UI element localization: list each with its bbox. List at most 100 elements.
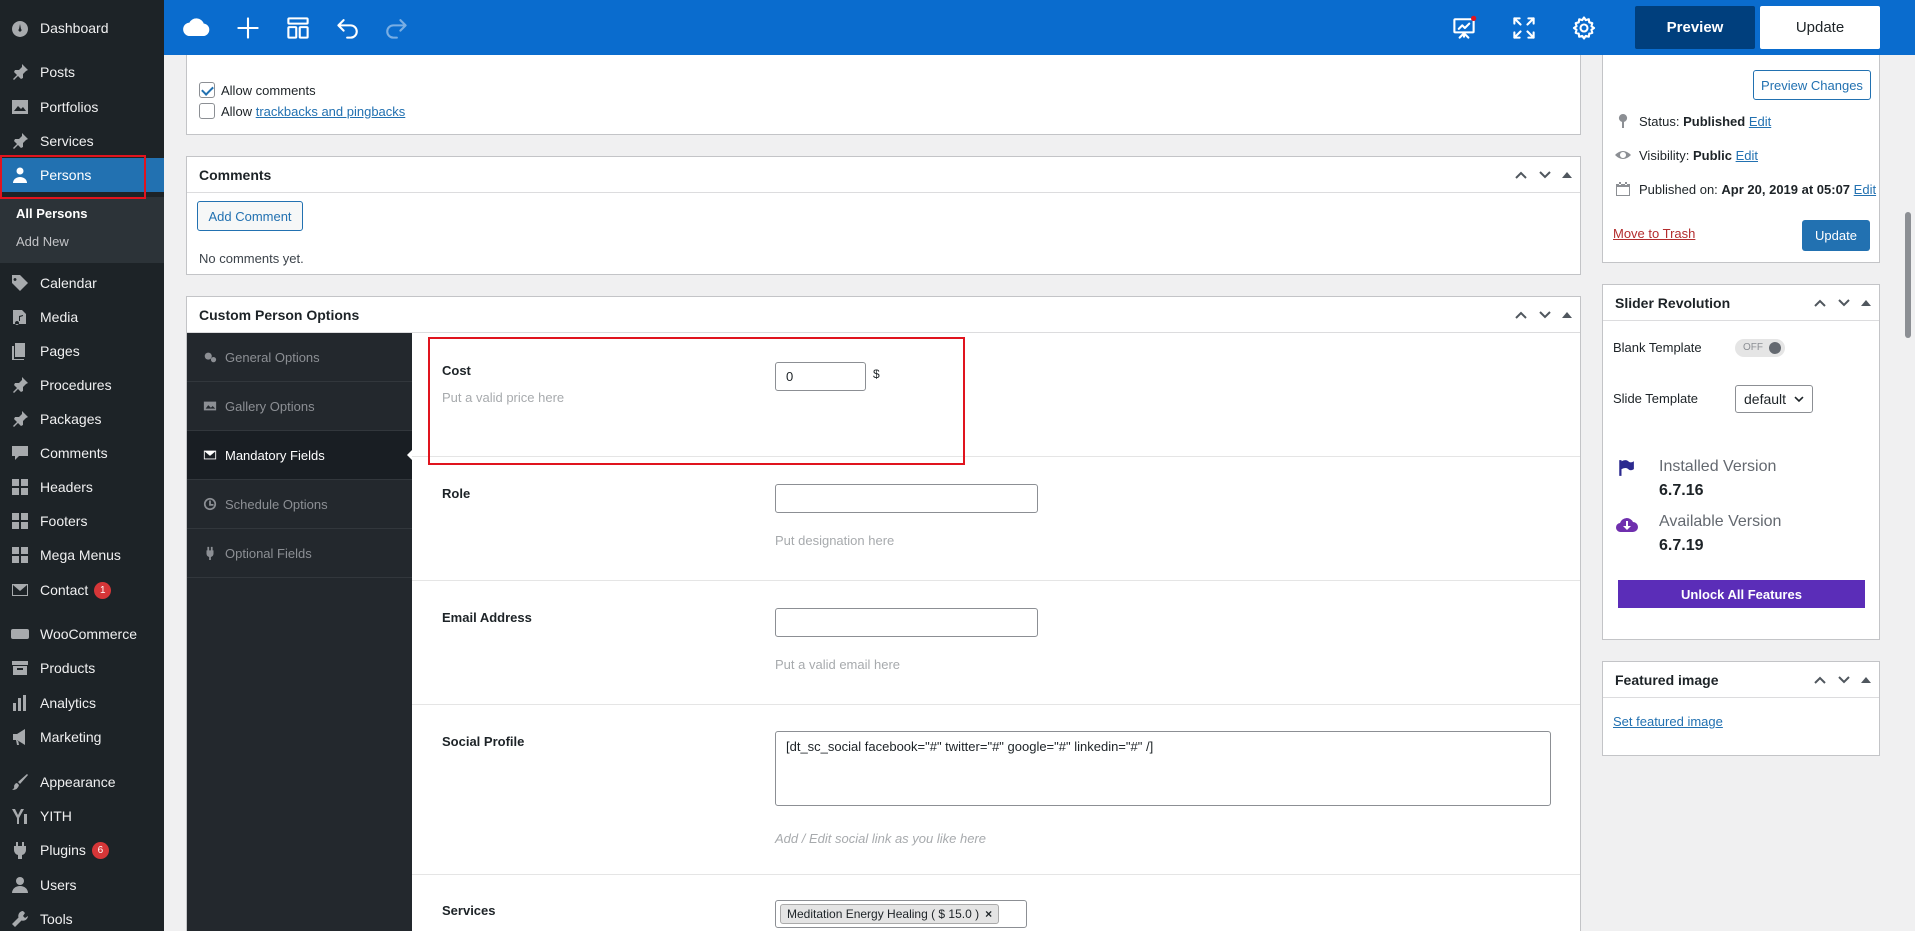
collapse-toggle-icon[interactable] — [1562, 312, 1572, 318]
scrollbar-thumb[interactable] — [1905, 212, 1911, 338]
plug-icon — [0, 841, 40, 859]
chart-icon — [0, 694, 40, 712]
edit-date-link[interactable]: Edit — [1854, 182, 1876, 197]
sidebar-item-users[interactable]: Users — [0, 868, 164, 902]
sidebar-item-contact[interactable]: Contact 1 — [0, 573, 164, 607]
trackbacks-link[interactable]: trackbacks and pingbacks — [256, 104, 406, 119]
role-description: Put designation here — [775, 533, 895, 548]
sidebar-item-dashboard[interactable]: Dashboard — [0, 11, 164, 45]
collapse-toggle-icon[interactable] — [1562, 172, 1572, 178]
pin-icon — [0, 63, 40, 81]
set-featured-image-link[interactable]: Set featured image — [1613, 714, 1723, 729]
submenu-all-persons[interactable]: All Persons — [16, 206, 88, 221]
available-version-label: Available Version — [1659, 513, 1782, 530]
move-down-icon[interactable] — [1837, 296, 1851, 310]
undo-icon[interactable] — [330, 10, 366, 46]
remove-tag-icon[interactable]: × — [985, 907, 992, 921]
sidebar-item-label: Headers — [40, 479, 93, 495]
edit-visibility-link[interactable]: Edit — [1736, 148, 1758, 163]
sidebar-item-woocommerce[interactable]: WooCommerce — [0, 617, 164, 651]
sidebar-item-tools[interactable]: Tools — [0, 902, 164, 931]
services-select[interactable]: Meditation Energy Healing ( $ 15.0 ) × — [775, 900, 1027, 928]
count-badge: 1 — [94, 581, 112, 599]
allow-comments-row: Allow comments — [199, 82, 316, 98]
add-comment-button[interactable]: Add Comment — [197, 201, 303, 231]
sidebar-item-mega-menus[interactable]: Mega Menus — [0, 538, 164, 572]
move-down-icon[interactable] — [1538, 168, 1552, 182]
move-to-trash-link[interactable]: Move to Trash — [1613, 226, 1695, 241]
allow-prefix-label: Allow — [221, 103, 253, 119]
move-down-icon[interactable] — [1538, 308, 1552, 322]
sidebar-item-label: Packages — [40, 411, 102, 427]
email-input[interactable] — [775, 608, 1038, 637]
pin-icon — [0, 410, 40, 428]
sidebar-item-comments[interactable]: Comments — [0, 436, 164, 470]
social-description: Add / Edit social link as you like here — [775, 831, 986, 846]
add-icon[interactable] — [230, 10, 266, 46]
sidebar-item-calendar[interactable]: Calendar — [0, 266, 164, 300]
sidebar-item-analytics[interactable]: Analytics — [0, 686, 164, 720]
sidebar-item-label: Analytics — [40, 695, 97, 711]
sidebar-item-yith[interactable]: YITH — [0, 799, 164, 833]
sidebar-item-marketing[interactable]: Marketing — [0, 720, 164, 754]
sidebar-item-media[interactable]: Media — [0, 300, 164, 334]
page-scrollbar[interactable] — [1901, 55, 1915, 931]
sidebar-item-label: Appearance — [40, 774, 116, 790]
collapse-toggle-icon[interactable] — [1861, 300, 1871, 306]
sidebar-item-portfolios[interactable]: Portfolios — [0, 90, 164, 124]
preview-changes-button[interactable]: Preview Changes — [1753, 70, 1871, 100]
sidebar-item-procedures[interactable]: Procedures — [0, 368, 164, 402]
sidebar-item-appearance[interactable]: Appearance — [0, 765, 164, 799]
sidebar-item-pages[interactable]: Pages — [0, 334, 164, 368]
layout-icon[interactable] — [280, 10, 316, 46]
featured-panel-title: Featured image — [1615, 671, 1719, 688]
publish-box: Preview Changes Status: Published Edit V… — [1602, 55, 1880, 263]
sidebar-item-posts[interactable]: Posts — [0, 55, 164, 89]
move-up-icon[interactable] — [1813, 673, 1827, 687]
slide-template-select[interactable]: default — [1735, 385, 1813, 413]
collapse-toggle-icon[interactable] — [1861, 677, 1871, 683]
unlock-all-features-button[interactable]: Unlock All Features — [1618, 580, 1865, 608]
discussion-panel: Allow comments Allow trackbacks and ping… — [186, 55, 1581, 135]
edit-status-link[interactable]: Edit — [1749, 114, 1771, 129]
settings-gear-icon[interactable] — [1566, 10, 1602, 46]
redo-icon[interactable] — [378, 10, 414, 46]
allow-comments-checkbox[interactable] — [199, 82, 215, 98]
tab-mandatory-fields[interactable]: Mandatory Fields — [187, 431, 412, 480]
move-down-icon[interactable] — [1837, 673, 1851, 687]
move-up-icon[interactable] — [1813, 296, 1827, 310]
sidebar-item-headers[interactable]: Headers — [0, 470, 164, 504]
presentation-icon[interactable] — [1446, 10, 1482, 46]
sidebar-item-plugins[interactable]: Plugins 6 — [0, 833, 164, 867]
update-button[interactable]: Update — [1802, 220, 1870, 251]
sidebar-item-packages[interactable]: Packages — [0, 402, 164, 436]
visibility-label: Visibility: — [1639, 147, 1690, 163]
pin-icon — [1618, 113, 1628, 128]
sidebar-item-services[interactable]: Services — [0, 124, 164, 158]
tab-general-options[interactable]: General Options — [187, 333, 412, 382]
preview-button[interactable]: Preview — [1635, 6, 1755, 49]
update-top-button[interactable]: Update — [1760, 6, 1880, 49]
gallery-icon — [203, 401, 217, 411]
move-up-icon[interactable] — [1514, 308, 1528, 322]
services-field-row: Services Meditation Energy Healing ( $ 1… — [412, 875, 1580, 931]
cloud-logo-icon[interactable] — [178, 10, 214, 46]
persons-submenu: All Persons Add New — [0, 197, 164, 263]
social-textarea[interactable]: [dt_sc_social facebook="#" twitter="#" g… — [775, 731, 1551, 806]
published-row: Published on: Apr 20, 2019 at 05:07 Edit — [1615, 181, 1876, 197]
blank-template-toggle[interactable]: OFF — [1735, 338, 1785, 357]
tab-schedule-options[interactable]: Schedule Options — [187, 480, 412, 529]
submenu-add-new[interactable]: Add New — [16, 234, 69, 249]
published-value: Apr 20, 2019 at 05:07 — [1721, 181, 1851, 197]
fullscreen-icon[interactable] — [1506, 10, 1542, 46]
move-up-icon[interactable] — [1514, 168, 1528, 182]
tab-gallery-options[interactable]: Gallery Options — [187, 382, 412, 431]
wrench-icon — [0, 910, 40, 928]
role-input[interactable] — [775, 484, 1038, 513]
email-field-row: Email Address Put a valid email here — [412, 581, 1580, 705]
tab-optional-fields[interactable]: Optional Fields — [187, 529, 412, 578]
allow-trackbacks-checkbox[interactable] — [199, 103, 215, 119]
count-badge: 6 — [91, 841, 109, 859]
sidebar-item-footers[interactable]: Footers — [0, 504, 164, 538]
sidebar-item-products[interactable]: Products — [0, 651, 164, 685]
